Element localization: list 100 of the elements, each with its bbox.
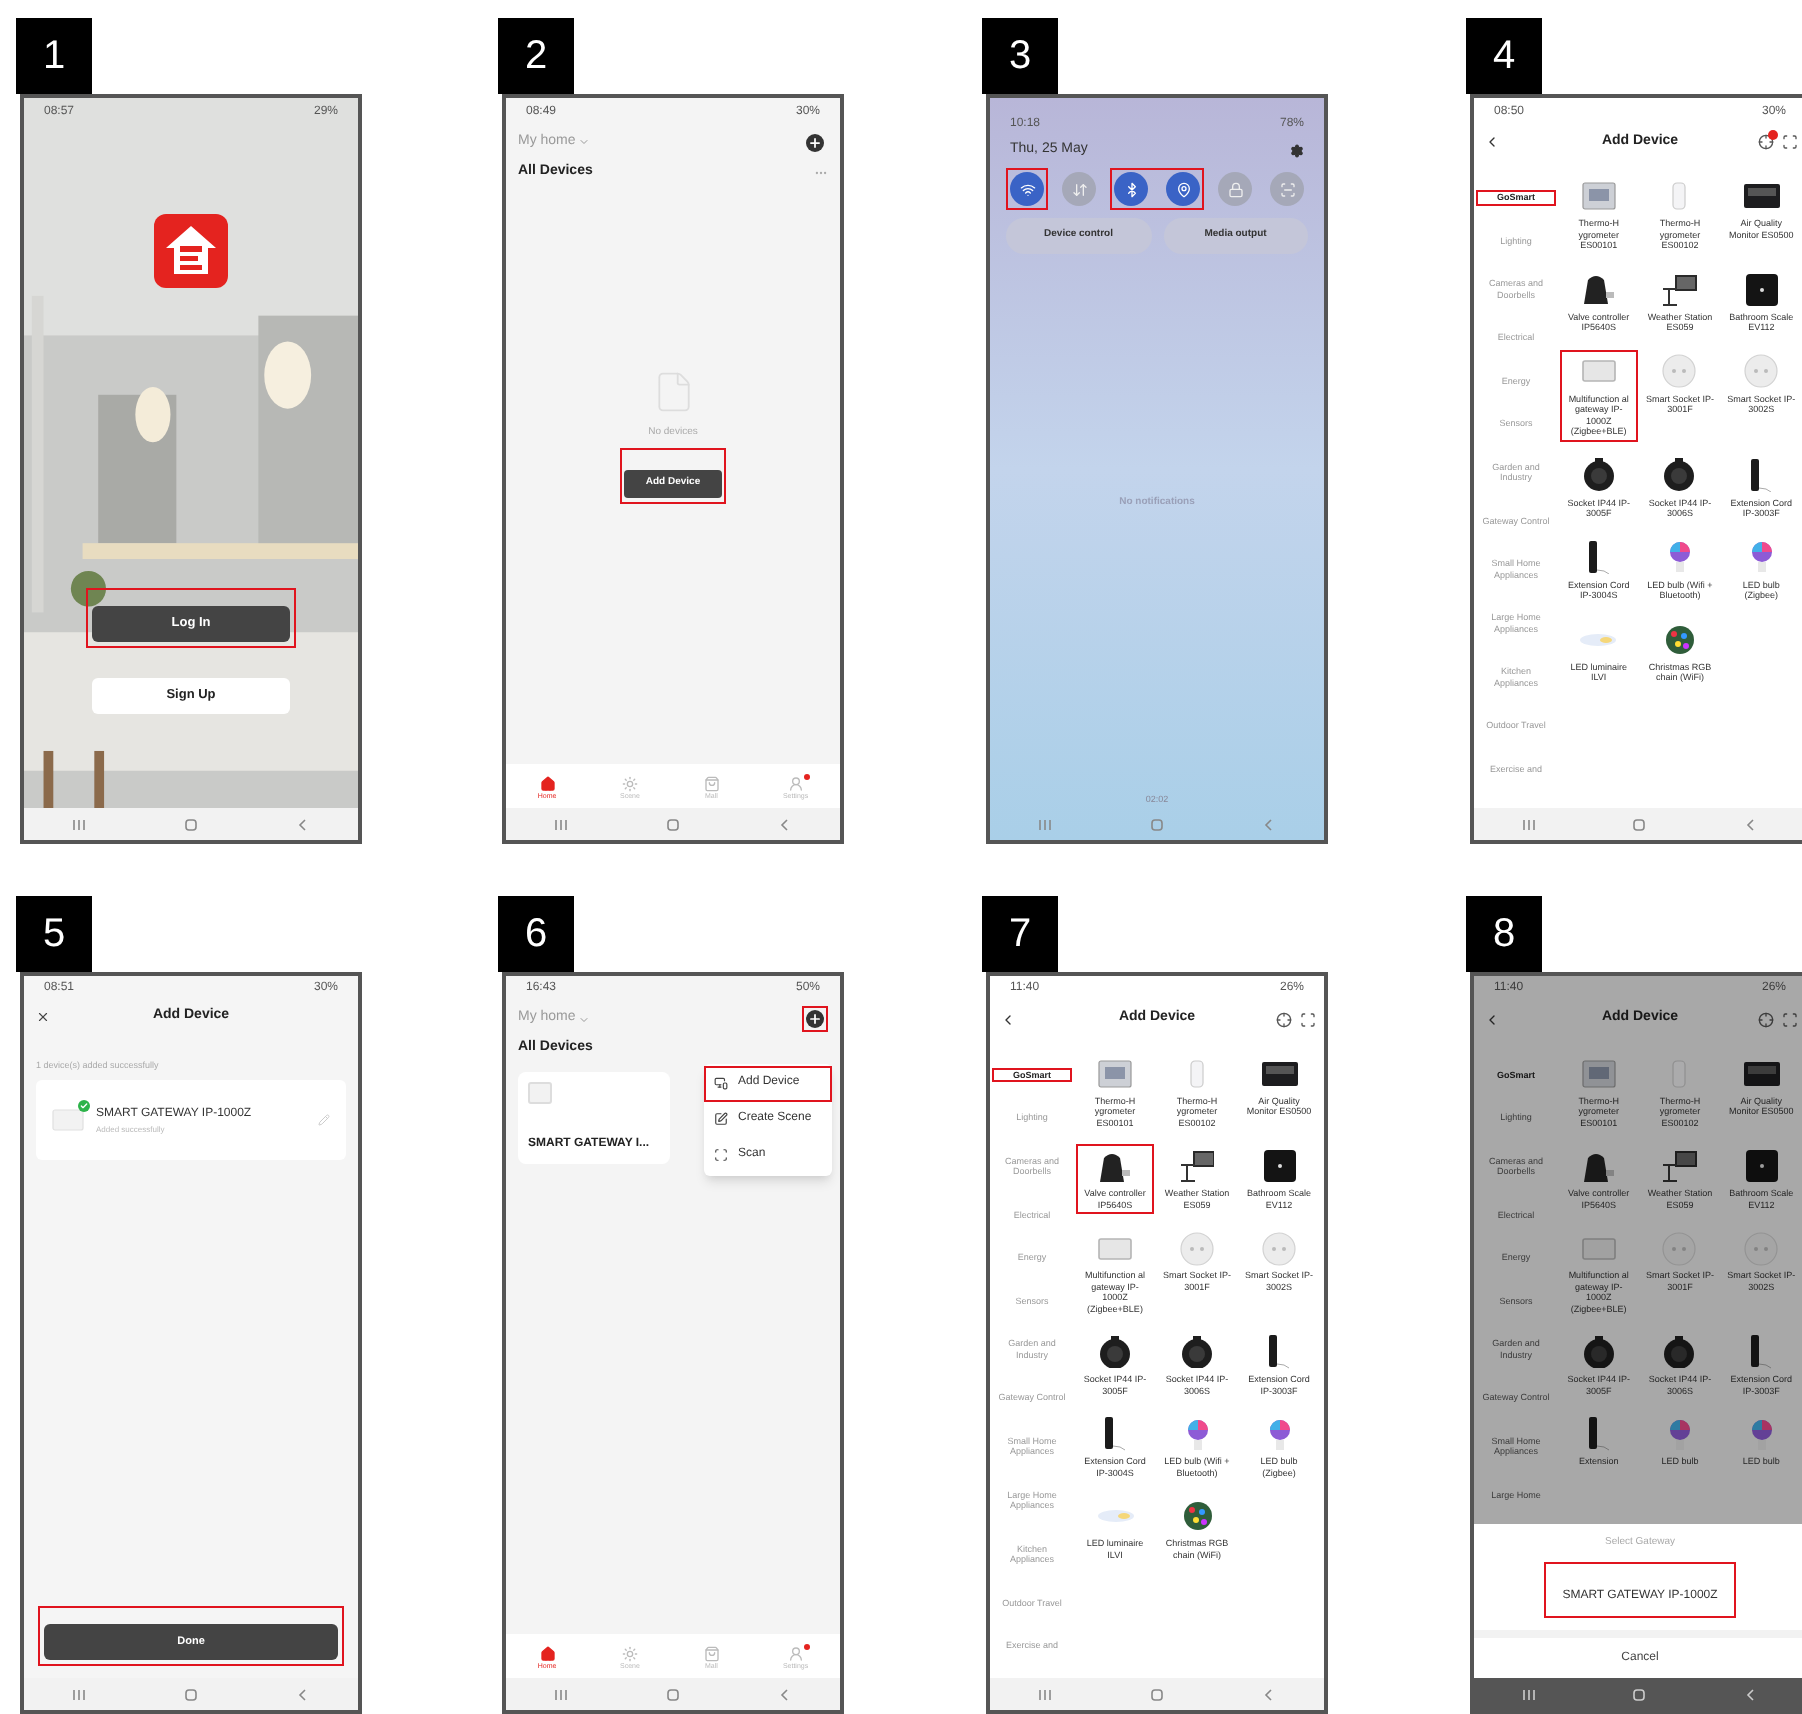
quick-toggle[interactable] <box>1270 172 1304 206</box>
arrows-icon <box>1071 181 1087 197</box>
monitor-icon <box>1261 1061 1297 1086</box>
recent-apps-icon[interactable] <box>72 817 87 831</box>
home-nav-icon[interactable] <box>1632 817 1647 831</box>
lamp-icon <box>1097 1510 1133 1523</box>
socket-icon <box>1664 458 1695 492</box>
edit-icon <box>714 1112 728 1127</box>
house-icon <box>539 1645 556 1662</box>
back-icon[interactable] <box>295 1687 310 1701</box>
gateway-icon <box>52 1108 84 1133</box>
recent-apps-icon[interactable] <box>1038 1687 1053 1701</box>
scan-icon[interactable] <box>1782 1011 1798 1028</box>
recent-apps-icon[interactable] <box>554 1687 569 1701</box>
recent-apps-icon[interactable] <box>72 1687 87 1701</box>
back-icon[interactable] <box>1743 817 1758 831</box>
check-badge-icon <box>78 1100 90 1113</box>
home-nav-icon[interactable] <box>1149 817 1164 831</box>
display-sensor-icon <box>1581 1059 1616 1088</box>
back-icon[interactable] <box>777 1687 792 1701</box>
add-button[interactable] <box>806 133 824 151</box>
recent-apps-icon[interactable] <box>1522 817 1537 831</box>
recent-apps-icon[interactable] <box>1038 817 1053 831</box>
house-icon <box>539 775 556 792</box>
quick-toggle[interactable] <box>1114 172 1148 206</box>
socket-icon <box>1583 1335 1614 1369</box>
location-pin-icon <box>1175 181 1191 197</box>
socket-icon <box>1744 354 1779 388</box>
wifi-icon <box>1019 181 1035 197</box>
light-chain-icon <box>1183 1502 1211 1531</box>
power-strip-icon <box>1587 1416 1610 1452</box>
recent-apps-icon[interactable] <box>1522 1687 1537 1701</box>
scan-icon[interactable] <box>1300 1011 1316 1028</box>
power-strip-icon <box>1104 1416 1126 1452</box>
target-icon[interactable] <box>1758 1011 1774 1028</box>
back-icon[interactable] <box>1261 817 1276 831</box>
home-nav-icon[interactable] <box>1632 1687 1647 1701</box>
quick-toggle[interactable] <box>1062 172 1096 206</box>
display-sensor-icon <box>1581 182 1616 210</box>
step-number: 7 <box>982 896 1058 972</box>
step-number: 4 <box>1466 18 1542 94</box>
power-strip-icon <box>1750 1334 1773 1370</box>
valve-icon <box>1100 1151 1130 1182</box>
house-logo-icon <box>154 214 228 288</box>
caret-icon <box>577 1013 590 1026</box>
scale-icon <box>1745 273 1778 305</box>
power-strip-icon <box>1268 1334 1290 1370</box>
scale-icon <box>1263 1150 1295 1183</box>
weather-station-icon <box>1662 273 1698 305</box>
home-nav-icon[interactable] <box>665 817 680 831</box>
socket-icon <box>1100 1335 1130 1369</box>
back-icon[interactable] <box>1261 1687 1276 1701</box>
home-nav-icon[interactable] <box>1149 1687 1164 1701</box>
socket-icon <box>1180 1231 1214 1266</box>
recent-apps-icon[interactable] <box>554 817 569 831</box>
home-nav-icon[interactable] <box>665 1687 680 1701</box>
gateway-icon <box>1098 1237 1132 1260</box>
scan-icon[interactable] <box>1782 134 1798 150</box>
power-strip-icon <box>1750 457 1773 493</box>
home-nav-icon[interactable] <box>183 1687 198 1701</box>
bag-icon <box>703 1645 720 1662</box>
plus-icon <box>808 135 822 149</box>
gateway-icon <box>528 1081 552 1104</box>
close-icon[interactable] <box>36 1010 50 1025</box>
sun-icon <box>621 775 638 792</box>
quick-toggle[interactable] <box>1166 172 1200 206</box>
quick-toggle[interactable] <box>1218 172 1252 206</box>
step-number: 8 <box>1466 896 1542 972</box>
person-icon <box>787 1645 804 1662</box>
target-icon[interactable] <box>1758 134 1774 150</box>
back-icon[interactable] <box>777 817 792 831</box>
bag-icon <box>703 775 720 792</box>
socket-icon <box>1583 458 1614 492</box>
settings-icon[interactable] <box>1290 143 1304 157</box>
monitor-icon <box>1743 1061 1780 1086</box>
power-strip-icon <box>1587 539 1610 575</box>
back-icon[interactable] <box>1743 1687 1758 1701</box>
plus-icon <box>808 1012 822 1027</box>
scale-icon <box>1745 1150 1778 1183</box>
target-icon[interactable] <box>1276 1011 1292 1028</box>
step-number: 5 <box>16 896 92 972</box>
step-number: 6 <box>498 896 574 972</box>
step-number: 3 <box>982 18 1058 94</box>
bulb-icon <box>1751 1419 1772 1450</box>
lock-icon <box>1227 181 1243 197</box>
device-icon <box>714 1076 728 1091</box>
light-chain-icon <box>1665 625 1694 653</box>
socket-icon <box>1664 1335 1695 1369</box>
weather-station-icon <box>1179 1150 1215 1183</box>
home-nav-icon[interactable] <box>183 817 198 831</box>
pencil-icon[interactable] <box>318 1114 330 1127</box>
socket-icon <box>1182 1335 1212 1369</box>
socket-icon <box>1662 354 1697 388</box>
gateway-icon <box>1581 360 1616 382</box>
sensor-icon <box>1672 1059 1687 1088</box>
person-icon <box>787 775 804 792</box>
socket-icon <box>1262 1231 1296 1266</box>
gateway-icon <box>1581 1237 1616 1260</box>
back-icon[interactable] <box>295 817 310 831</box>
bulb-icon <box>1187 1419 1207 1450</box>
